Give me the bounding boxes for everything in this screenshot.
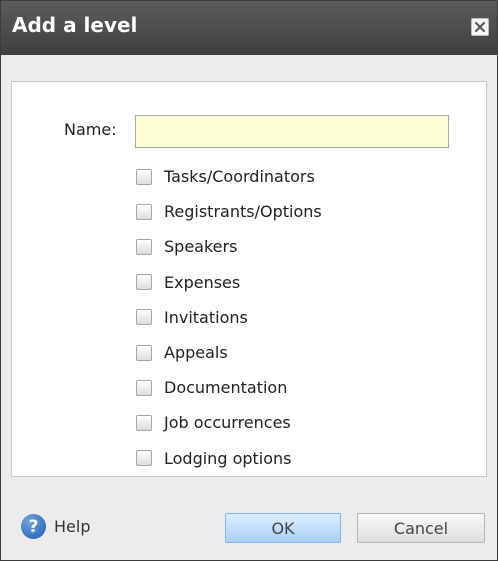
lodging-options-checkbox[interactable] [136,450,152,467]
close-icon [475,22,485,32]
help-link[interactable]: ? Help [21,514,90,539]
name-label: Name: [64,120,117,139]
appeals-checkbox[interactable] [136,344,152,361]
option-label: Tasks/Coordinators [164,167,315,187]
close-button[interactable] [471,18,489,36]
speakers-checkbox[interactable] [136,238,152,255]
option-documentation[interactable]: Documentation [136,370,322,405]
option-registrants-options[interactable]: Registrants/Options [136,194,322,229]
option-invitations[interactable]: Invitations [136,300,322,335]
option-lodging-options[interactable]: Lodging options [136,441,322,476]
help-icon[interactable]: ? [21,514,46,539]
invitations-checkbox[interactable] [136,309,152,326]
job-occurrences-checkbox[interactable] [136,414,152,431]
name-input[interactable] [135,115,449,148]
level-options-list: Tasks/Coordinators Registrants/Options S… [136,159,322,476]
option-label: Expenses [164,272,241,292]
form-panel: Name: Tasks/Coordinators Registrants/Opt… [11,81,487,477]
option-label: Registrants/Options [164,202,322,222]
option-tasks-coordinators[interactable]: Tasks/Coordinators [136,159,322,194]
help-label[interactable]: Help [54,517,90,536]
option-expenses[interactable]: Expenses [136,265,322,300]
expenses-checkbox[interactable] [136,274,152,291]
option-label: Job occurrences [164,413,291,433]
option-label: Appeals [164,343,228,363]
option-label: Documentation [164,378,288,398]
dialog-title: Add a level [12,13,138,37]
registrants-options-checkbox[interactable] [136,203,152,220]
option-label: Invitations [164,307,248,327]
option-speakers[interactable]: Speakers [136,229,322,264]
tasks-coordinators-checkbox[interactable] [136,168,152,185]
option-label: Lodging options [164,448,292,468]
option-appeals[interactable]: Appeals [136,335,322,370]
ok-button[interactable]: OK [225,513,341,543]
option-job-occurrences[interactable]: Job occurrences [136,405,322,440]
add-level-dialog: Add a level Name: Tasks/Coordinators Reg… [0,0,498,561]
dialog-titlebar: Add a level [1,1,497,55]
option-label: Speakers [164,237,238,257]
cancel-button[interactable]: Cancel [357,513,485,543]
documentation-checkbox[interactable] [136,379,152,396]
